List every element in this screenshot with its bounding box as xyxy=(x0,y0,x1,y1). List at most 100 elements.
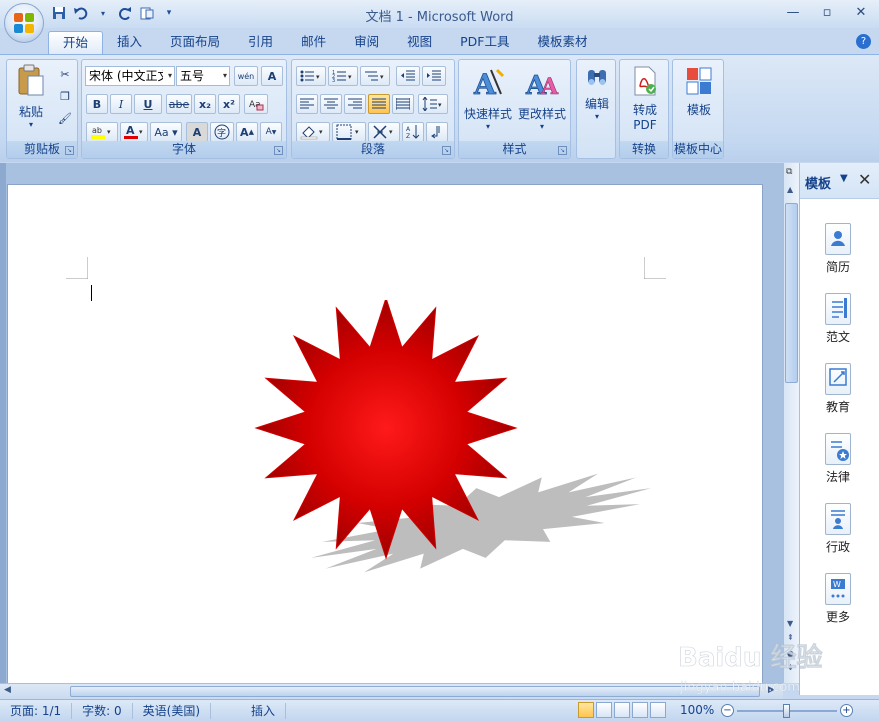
full-screen-reading-view-icon[interactable] xyxy=(596,702,612,718)
font-size-dropdown-icon[interactable]: ▾ xyxy=(223,67,227,85)
font-size-combo[interactable]: 五号 ▾ xyxy=(176,66,230,86)
draft-view-icon[interactable] xyxy=(650,702,666,718)
editing-button[interactable]: 编辑 ▾ xyxy=(579,66,615,121)
task-pane-close-icon[interactable]: ✕ xyxy=(858,170,871,189)
zoom-level[interactable]: 100% xyxy=(680,703,714,717)
sort-icon[interactable]: AZ xyxy=(402,122,424,142)
outline-view-icon[interactable] xyxy=(632,702,648,718)
cut-icon[interactable]: ✂ xyxy=(55,64,75,84)
tab-references[interactable]: 引用 xyxy=(234,31,287,55)
document-page[interactable] xyxy=(7,184,763,694)
strikethrough-button[interactable]: abe xyxy=(166,94,192,114)
show-formatting-icon[interactable] xyxy=(426,122,448,142)
increase-indent-icon[interactable] xyxy=(422,66,446,86)
zoom-out-icon[interactable]: − xyxy=(721,704,734,717)
template-item-law[interactable]: 法律 xyxy=(818,433,858,485)
font-color-icon[interactable]: A ▾ xyxy=(120,122,148,142)
restore-icon[interactable]: ▫ xyxy=(817,4,837,22)
template-item-resume[interactable]: 简历 xyxy=(818,223,858,275)
tab-review[interactable]: 审阅 xyxy=(340,31,393,55)
tab-pdf-tools[interactable]: PDF工具 xyxy=(446,31,523,55)
highlight-color-icon[interactable]: ab ▾ xyxy=(86,122,118,142)
web-layout-view-icon[interactable] xyxy=(614,702,630,718)
align-right-icon[interactable] xyxy=(344,94,366,114)
vertical-scroll-thumb[interactable] xyxy=(785,203,798,383)
paste-dropdown-icon[interactable]: ▾ xyxy=(11,120,51,129)
character-shading-button[interactable]: A xyxy=(186,122,208,142)
horizontal-scroll-thumb[interactable] xyxy=(70,686,760,697)
grow-font-button[interactable]: A ▲ xyxy=(236,122,258,142)
ruler-toggle-icon[interactable]: ⧉ xyxy=(786,167,792,177)
line-spacing-icon[interactable]: ▾ xyxy=(418,94,448,114)
format-painter-icon[interactable]: 🖌 xyxy=(55,108,75,128)
character-border-button[interactable]: A xyxy=(261,66,283,86)
bold-button[interactable]: B xyxy=(86,94,108,114)
convert-pdf-button[interactable]: 转成 PDF xyxy=(623,66,667,132)
clear-formatting-icon[interactable]: Aa xyxy=(244,94,268,114)
italic-button[interactable]: I xyxy=(110,94,132,114)
template-item-more[interactable]: W 更多 xyxy=(818,573,858,625)
font-launcher-icon[interactable]: ↘ xyxy=(274,146,283,155)
template-item-education[interactable]: 教育 xyxy=(818,363,858,415)
multilevel-list-icon[interactable]: ▾ xyxy=(360,66,390,86)
scroll-up-icon[interactable]: ▲ xyxy=(787,185,793,194)
styles-launcher-icon[interactable]: ↘ xyxy=(558,146,567,155)
minimize-icon[interactable]: — xyxy=(783,4,803,22)
task-pane-menu-icon[interactable]: ▼ xyxy=(840,173,848,184)
office-button[interactable] xyxy=(4,3,44,43)
scroll-down-icon[interactable]: ▼ xyxy=(787,619,793,628)
subscript-button[interactable]: x₂ xyxy=(194,94,216,114)
justify-icon[interactable] xyxy=(368,94,390,114)
font-name-dropdown-icon[interactable]: ▾ xyxy=(168,67,172,85)
numbering-icon[interactable]: 1 2 3 ▾ xyxy=(328,66,358,86)
tab-insert[interactable]: 插入 xyxy=(103,31,156,55)
quick-styles-dropdown-icon[interactable]: ▾ xyxy=(461,122,515,131)
change-case-button[interactable]: Aa ▾ xyxy=(150,122,182,142)
tab-view[interactable]: 视图 xyxy=(393,31,446,55)
horizontal-scrollbar[interactable]: ◀ ▶ xyxy=(0,683,783,699)
phonetic-guide-button[interactable]: wén xyxy=(234,66,258,86)
pdf-icon xyxy=(634,66,656,96)
status-insert-mode[interactable]: 插入 xyxy=(211,702,287,719)
tab-template-material[interactable]: 模板素材 xyxy=(523,31,601,55)
enclose-characters-icon[interactable]: 字 xyxy=(210,122,234,142)
shading-icon[interactable]: ▾ xyxy=(296,122,330,142)
template-item-administration[interactable]: 行政 xyxy=(818,503,858,555)
scroll-left-icon[interactable]: ◀ xyxy=(4,685,11,695)
close-icon[interactable]: ✕ xyxy=(851,4,871,22)
change-styles-dropdown-icon[interactable]: ▾ xyxy=(515,122,569,131)
status-language[interactable]: 英语(美国) xyxy=(133,702,212,719)
align-left-icon[interactable] xyxy=(296,94,318,114)
help-icon[interactable]: ? xyxy=(856,34,871,49)
copy-icon[interactable]: ❐ xyxy=(55,86,75,106)
superscript-button[interactable]: x² xyxy=(218,94,240,114)
paragraph-launcher-icon[interactable]: ↘ xyxy=(442,146,451,155)
vertical-scrollbar[interactable]: ⧉ ▲ ▼ ⇞ ● ⇟ xyxy=(783,163,799,683)
decrease-indent-icon[interactable] xyxy=(396,66,420,86)
tab-home[interactable]: 开始 xyxy=(48,31,104,55)
paste-button[interactable]: 粘贴 ▾ xyxy=(11,64,51,129)
zoom-slider-knob[interactable] xyxy=(783,704,790,718)
status-page[interactable]: 页面: 1/1 xyxy=(0,702,73,719)
status-word-count[interactable]: 字数: 0 xyxy=(72,702,133,719)
print-layout-view-icon[interactable] xyxy=(578,702,594,718)
sample-essay-icon xyxy=(825,293,851,325)
quick-styles-button[interactable]: A 快速样式 ▾ xyxy=(461,66,515,131)
template-button[interactable]: 模板 xyxy=(677,66,721,118)
align-center-icon[interactable] xyxy=(320,94,342,114)
underline-button[interactable]: U xyxy=(134,94,162,114)
starburst-shape[interactable] xyxy=(238,300,678,580)
bullets-icon[interactable]: ▾ xyxy=(296,66,326,86)
font-name-combo[interactable]: 宋体 (中文正文) ▾ xyxy=(85,66,175,86)
template-item-sample-essay[interactable]: 范文 xyxy=(818,293,858,345)
distributed-icon[interactable] xyxy=(392,94,414,114)
clipboard-launcher-icon[interactable]: ↘ xyxy=(65,146,74,155)
borders-icon[interactable]: ▾ xyxy=(332,122,366,142)
zoom-in-icon[interactable]: + xyxy=(840,704,853,717)
chinese-layout-icon[interactable]: ▾ xyxy=(368,122,400,142)
editing-dropdown-icon[interactable]: ▾ xyxy=(579,112,615,121)
change-styles-button[interactable]: A A 更改样式 ▾ xyxy=(515,66,569,131)
shrink-font-button[interactable]: A ▼ xyxy=(260,122,282,142)
tab-page-layout[interactable]: 页面布局 xyxy=(156,31,234,55)
tab-mailings[interactable]: 邮件 xyxy=(287,31,340,55)
